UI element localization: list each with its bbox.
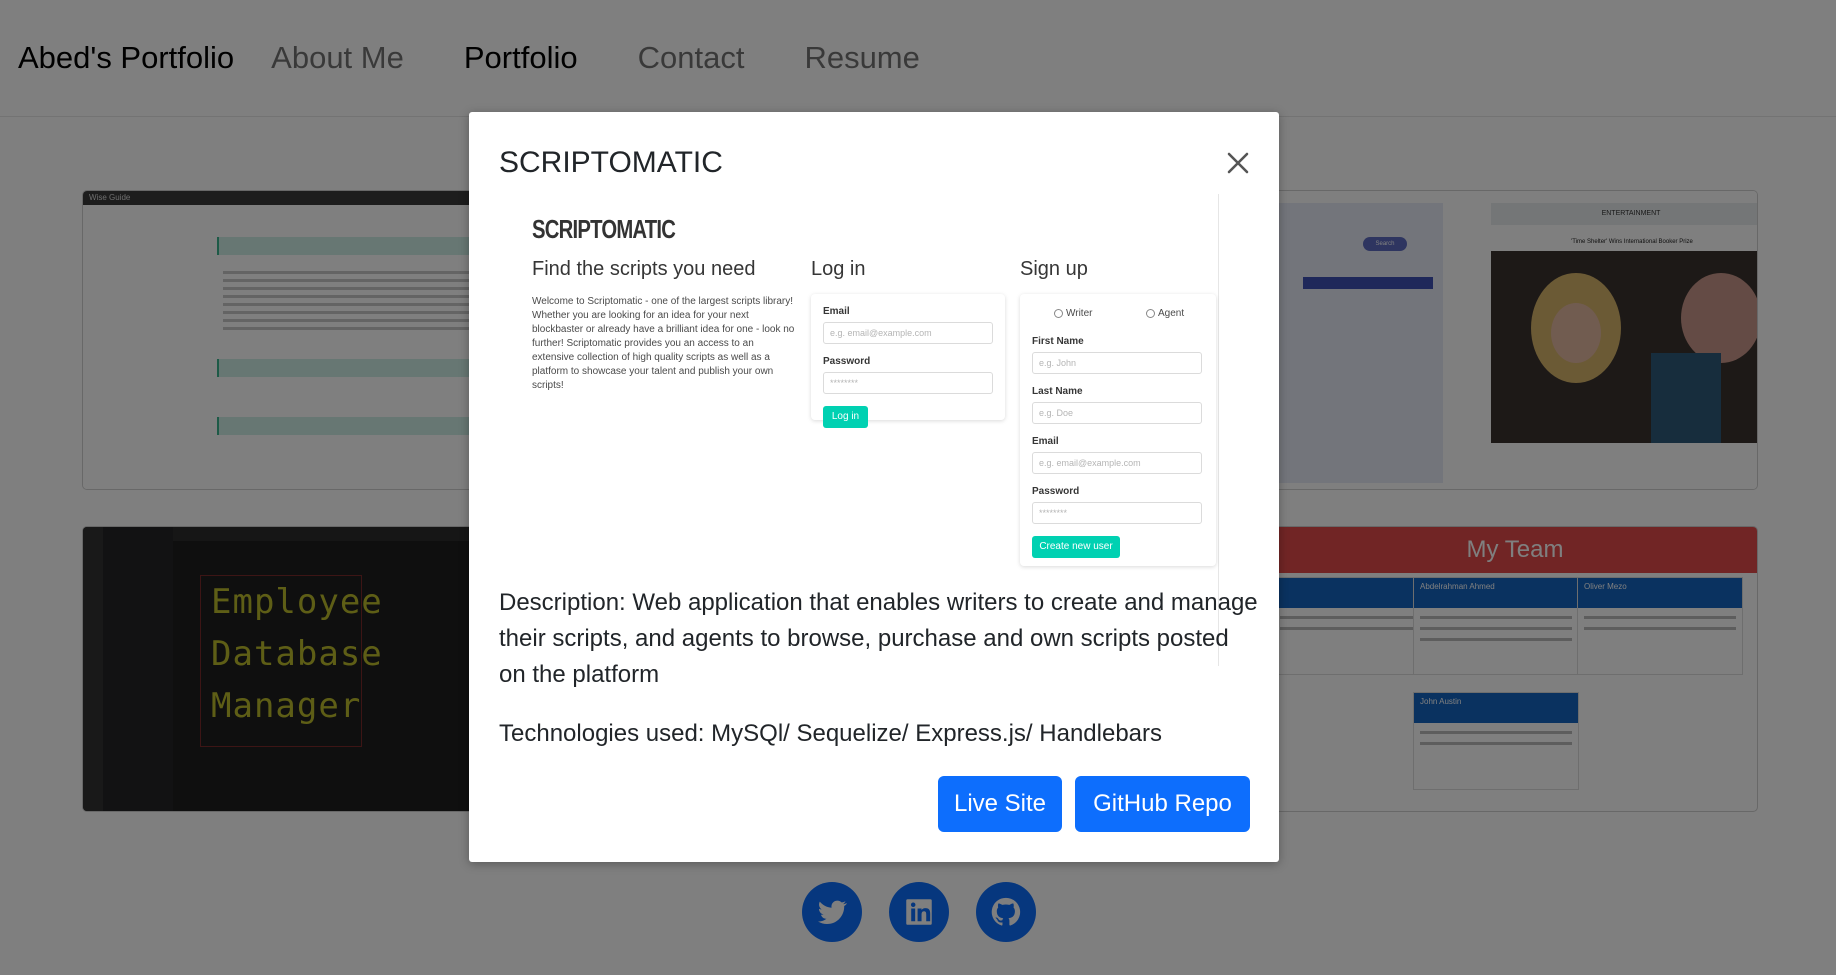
preview-first-name-label: First Name [1032,336,1084,347]
preview-create-user-button: Create new user [1032,536,1120,558]
preview-radio-writer: Writer [1054,308,1092,319]
live-site-button[interactable]: Live Site [938,776,1062,832]
project-modal: SCRIPTOMATIC SCRIPTOMATIC Find the scrip… [469,112,1279,862]
preview-first-name-input: e.g. John [1032,352,1202,374]
project-technologies: Technologies used: MySQl/ Sequelize/ Exp… [499,720,1162,747]
close-icon [1227,152,1249,174]
preview-login-password-input: ******** [823,372,993,394]
preview-login-button: Log in [823,406,868,428]
github-repo-button[interactable]: GitHub Repo [1075,776,1250,832]
scriptomatic-logo: SCRIPTOMATIC [532,214,676,244]
preview-signup-heading: Sign up [1020,258,1088,280]
preview-signup-password-label: Password [1032,486,1080,497]
preview-login-heading: Log in [811,258,866,280]
preview-signup-form: Writer Agent First Name e.g. John Last N… [1020,294,1216,566]
preview-radio-agent: Agent [1146,308,1184,319]
preview-last-name-label: Last Name [1032,386,1083,397]
preview-login-email-label: Email [823,306,850,317]
close-button[interactable] [1223,148,1253,178]
preview-signup-email-input: e.g. email@example.com [1032,452,1202,474]
preview-last-name-input: e.g. Doe [1032,402,1202,424]
preview-hero-text: Welcome to Scriptomatic - one of the lar… [532,296,795,391]
preview-login-form: Email e.g. email@example.com Password **… [811,294,1005,428]
preview-hero-heading: Find the scripts you need [532,258,756,280]
preview-signup-password-input: ******** [1032,502,1202,524]
modal-title: SCRIPTOMATIC [499,146,723,179]
preview-login-email-input: e.g. email@example.com [823,322,993,344]
preview-login-password-label: Password [823,356,871,367]
preview-signup-email-label: Email [1032,436,1059,447]
project-description: Description: Web application that enable… [499,589,1258,688]
